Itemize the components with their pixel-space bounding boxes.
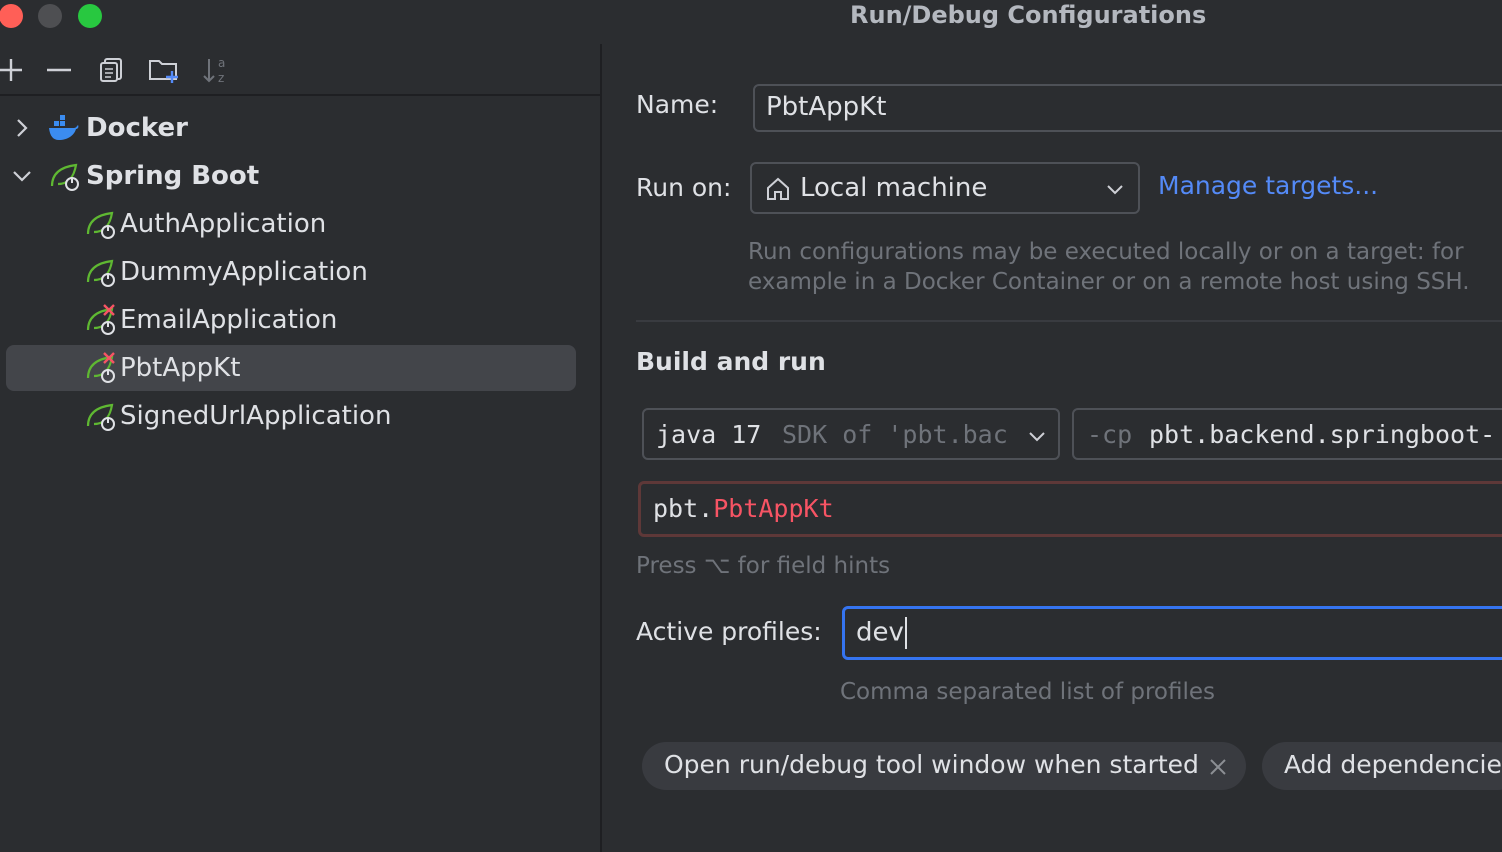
pane-divider[interactable] (600, 44, 602, 852)
spring-boot-error-icon (86, 352, 115, 383)
open-tool-window-label: Open run/debug tool window when started (664, 750, 1199, 779)
jdk-version: java 17 (656, 420, 762, 449)
tree-item-label: EmailApplication (120, 305, 338, 335)
tree-item-dummy-application[interactable]: DummyApplication (6, 249, 576, 295)
jdk-detail: SDK of 'pbt.bac (782, 420, 1008, 449)
spring-boot-run-icon (86, 259, 115, 287)
tree-item-pbt-app-kt[interactable]: PbtAppKt (6, 345, 576, 391)
tree-item-label: SignedUrlApplication (120, 401, 392, 431)
run-on-label: Run on: (636, 173, 732, 202)
main-class-name: PbtAppKt (713, 494, 834, 523)
run-on-value: Local machine (800, 173, 988, 203)
chevron-down-icon[interactable] (8, 162, 36, 190)
new-folder-icon (149, 60, 178, 83)
classpath-prefix: -cp (1087, 420, 1133, 449)
tree-item-signed-url-application[interactable]: SignedUrlApplication (6, 393, 576, 439)
run-on-hint-line1: Run configurations may be executed local… (748, 239, 1464, 265)
active-profiles-input[interactable]: dev (842, 606, 1502, 660)
add-button[interactable] (0, 54, 27, 86)
chevron-right-icon[interactable] (8, 114, 36, 142)
remove-icon (47, 68, 71, 72)
spring-boot-icon (50, 163, 79, 191)
docker-icon (49, 115, 79, 140)
active-profiles-value: dev (856, 617, 907, 649)
field-hints-text: Press ⌥ for field hints (636, 553, 891, 579)
spring-boot-error-icon (86, 304, 115, 335)
window-title: Run/Debug Configurations (850, 1, 1207, 29)
tree-item-label: DummyApplication (120, 257, 368, 287)
text-cursor (904, 617, 907, 649)
jdk-dropdown[interactable]: java 17 SDK of 'pbt.bac (642, 408, 1060, 460)
tree-label-spring-boot: Spring Boot (86, 161, 260, 191)
tree-node-docker[interactable]: Docker (6, 105, 576, 151)
spring-boot-run-icon (86, 403, 115, 431)
home-icon (767, 177, 789, 200)
tree-item-label: AuthApplication (120, 209, 327, 239)
section-separator (636, 320, 1502, 322)
classpath-dropdown[interactable]: -cp pbt.backend.springboot- (1072, 408, 1502, 460)
svg-text:z: z (218, 71, 224, 85)
toolbar-separator (0, 94, 600, 96)
remove-button[interactable] (43, 54, 75, 86)
chevron-down-icon (1107, 185, 1123, 195)
add-dependencies-chip[interactable]: Add dependencie (1262, 742, 1502, 790)
svg-text:a: a (218, 56, 225, 70)
name-field-value: PbtAppKt (766, 92, 887, 122)
tree-label-docker: Docker (86, 113, 188, 143)
tree-item-auth-application[interactable]: AuthApplication (6, 201, 576, 247)
active-profiles-hint: Comma separated list of profiles (840, 679, 1216, 705)
name-label: Name: (636, 90, 719, 119)
active-profiles-label: Active profiles: (636, 617, 822, 646)
close-window-button[interactable] (0, 4, 23, 28)
main-class-field[interactable]: pbt.PbtAppKt (638, 481, 1502, 537)
add-icon (0, 59, 22, 81)
copy-button[interactable] (95, 54, 127, 86)
minimize-window-button[interactable] (38, 4, 62, 28)
add-dependencies-label: Add dependencie (1284, 750, 1502, 779)
main-class-value: pbt.PbtAppKt (653, 494, 834, 523)
open-tool-window-chip[interactable]: Open run/debug tool window when started (642, 742, 1246, 790)
new-folder-button[interactable] (148, 54, 180, 86)
close-icon[interactable] (1208, 757, 1228, 777)
active-profiles-text: dev (856, 617, 904, 648)
build-and-run-heading: Build and run (636, 347, 826, 376)
manage-targets-link[interactable]: Manage targets... (1158, 171, 1378, 200)
tree-node-spring-boot[interactable]: Spring Boot (6, 153, 576, 199)
maximize-window-button[interactable] (78, 4, 102, 28)
tree-item-email-application[interactable]: EmailApplication (6, 297, 576, 343)
sort-icon: a z (203, 56, 225, 85)
run-on-dropdown[interactable]: Local machine (750, 162, 1140, 214)
copy-icon (100, 58, 122, 82)
main-class-package: pbt. (653, 494, 714, 523)
chevron-down-icon (1029, 432, 1045, 442)
tree-item-label: PbtAppKt (120, 353, 241, 383)
name-field[interactable]: PbtAppKt (753, 84, 1502, 132)
sort-button[interactable]: a z (200, 54, 232, 86)
classpath-module: pbt.backend.springboot- (1149, 420, 1496, 449)
run-on-hint-line2: example in a Docker Container or on a re… (748, 269, 1470, 295)
spring-boot-run-icon (86, 211, 115, 239)
